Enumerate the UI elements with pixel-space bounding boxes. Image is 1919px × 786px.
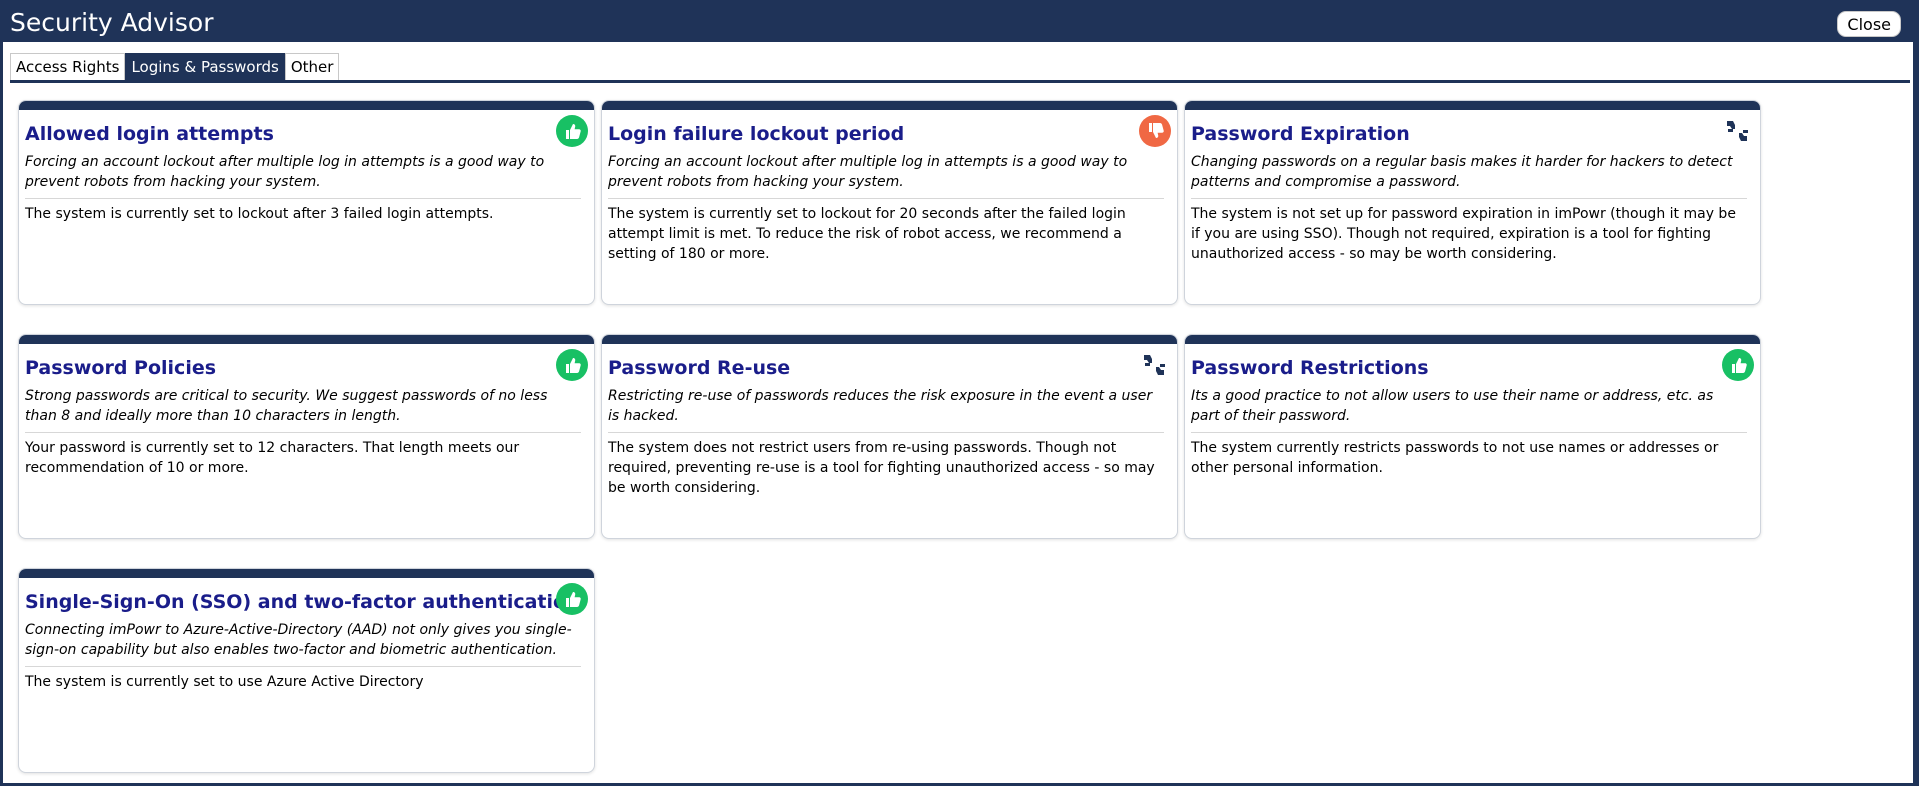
tab-other[interactable]: Other (284, 53, 340, 80)
card-description: Restricting re-use of passwords reduces … (608, 388, 1153, 424)
card-description: Strong passwords are critical to securit… (25, 388, 548, 424)
title-bar: Security Advisor Close (3, 3, 1913, 42)
tab-bar: Access Rights Logins & Passwords Other (10, 53, 340, 80)
card-password-expiration: Password Expiration Changing passwords o… (1184, 100, 1761, 305)
card-description: Forcing an account lockout after multipl… (608, 154, 1128, 190)
card-header-bar (1185, 101, 1760, 110)
card-header-bar (602, 101, 1177, 110)
thumbs-up-icon (1722, 349, 1754, 381)
card-title: Password Re-use (608, 357, 791, 379)
card-sso-two-factor: Single-Sign-On (SSO) and two-factor auth… (18, 568, 595, 773)
card-title: Single-Sign-On (SSO) and two-factor auth… (25, 591, 580, 613)
card-divider (25, 432, 581, 433)
tab-underline (10, 80, 1910, 83)
card-password-re-use: Password Re-use Restricting re-use of pa… (601, 334, 1178, 539)
thumbs-sideways-icon (1722, 115, 1754, 147)
card-divider (25, 666, 581, 667)
card-status: The system currently restricts passwords… (1191, 440, 1719, 476)
thumbs-down-icon (1139, 115, 1171, 147)
card-divider (1191, 198, 1747, 199)
card-title: Password Expiration (1191, 123, 1410, 145)
card-password-restrictions: Password Restrictions Its a good practic… (1184, 334, 1761, 539)
security-advisor-window: Security Advisor Close Access Rights Log… (3, 3, 1913, 783)
card-header-bar (19, 335, 594, 344)
card-divider (608, 432, 1164, 433)
thumbs-sideways-icon (1139, 349, 1171, 381)
thumbs-up-icon (556, 349, 588, 381)
card-title: Login failure lockout period (608, 123, 905, 145)
card-header-bar (1185, 335, 1760, 344)
card-divider (608, 198, 1164, 199)
card-status: The system does not restrict users from … (608, 440, 1155, 496)
card-allowed-login-attempts: Allowed login attempts Forcing an accoun… (18, 100, 595, 305)
thumbs-up-icon (556, 115, 588, 147)
card-password-policies: Password Policies Strong passwords are c… (18, 334, 595, 539)
card-title: Password Restrictions (1191, 357, 1429, 379)
card-login-failure-lockout-period: Login failure lockout period Forcing an … (601, 100, 1178, 305)
card-divider (1191, 432, 1747, 433)
card-status: The system is currently set to lockout f… (608, 206, 1126, 262)
card-title: Password Policies (25, 357, 217, 379)
card-status: Your password is currently set to 12 cha… (25, 440, 520, 476)
tab-access-rights[interactable]: Access Rights (10, 53, 126, 80)
close-button[interactable]: Close (1837, 11, 1901, 37)
card-description: Connecting imPowr to Azure-Active-Direct… (25, 622, 572, 658)
card-description: Its a good practice to not allow users t… (1191, 388, 1714, 424)
tab-logins-passwords[interactable]: Logins & Passwords (125, 53, 285, 80)
thumbs-up-icon (556, 583, 588, 615)
card-status: The system is not set up for password ex… (1191, 206, 1736, 262)
card-header-bar (19, 569, 594, 578)
card-description: Changing passwords on a regular basis ma… (1191, 154, 1733, 190)
card-description: Forcing an account lockout after multipl… (25, 154, 545, 190)
card-divider (25, 198, 581, 199)
card-title: Allowed login attempts (25, 123, 274, 145)
window-title: Security Advisor (10, 8, 214, 37)
card-header-bar (19, 101, 594, 110)
card-status: The system is currently set to use Azure… (25, 674, 424, 690)
card-status: The system is currently set to lockout a… (25, 206, 494, 222)
card-header-bar (602, 335, 1177, 344)
